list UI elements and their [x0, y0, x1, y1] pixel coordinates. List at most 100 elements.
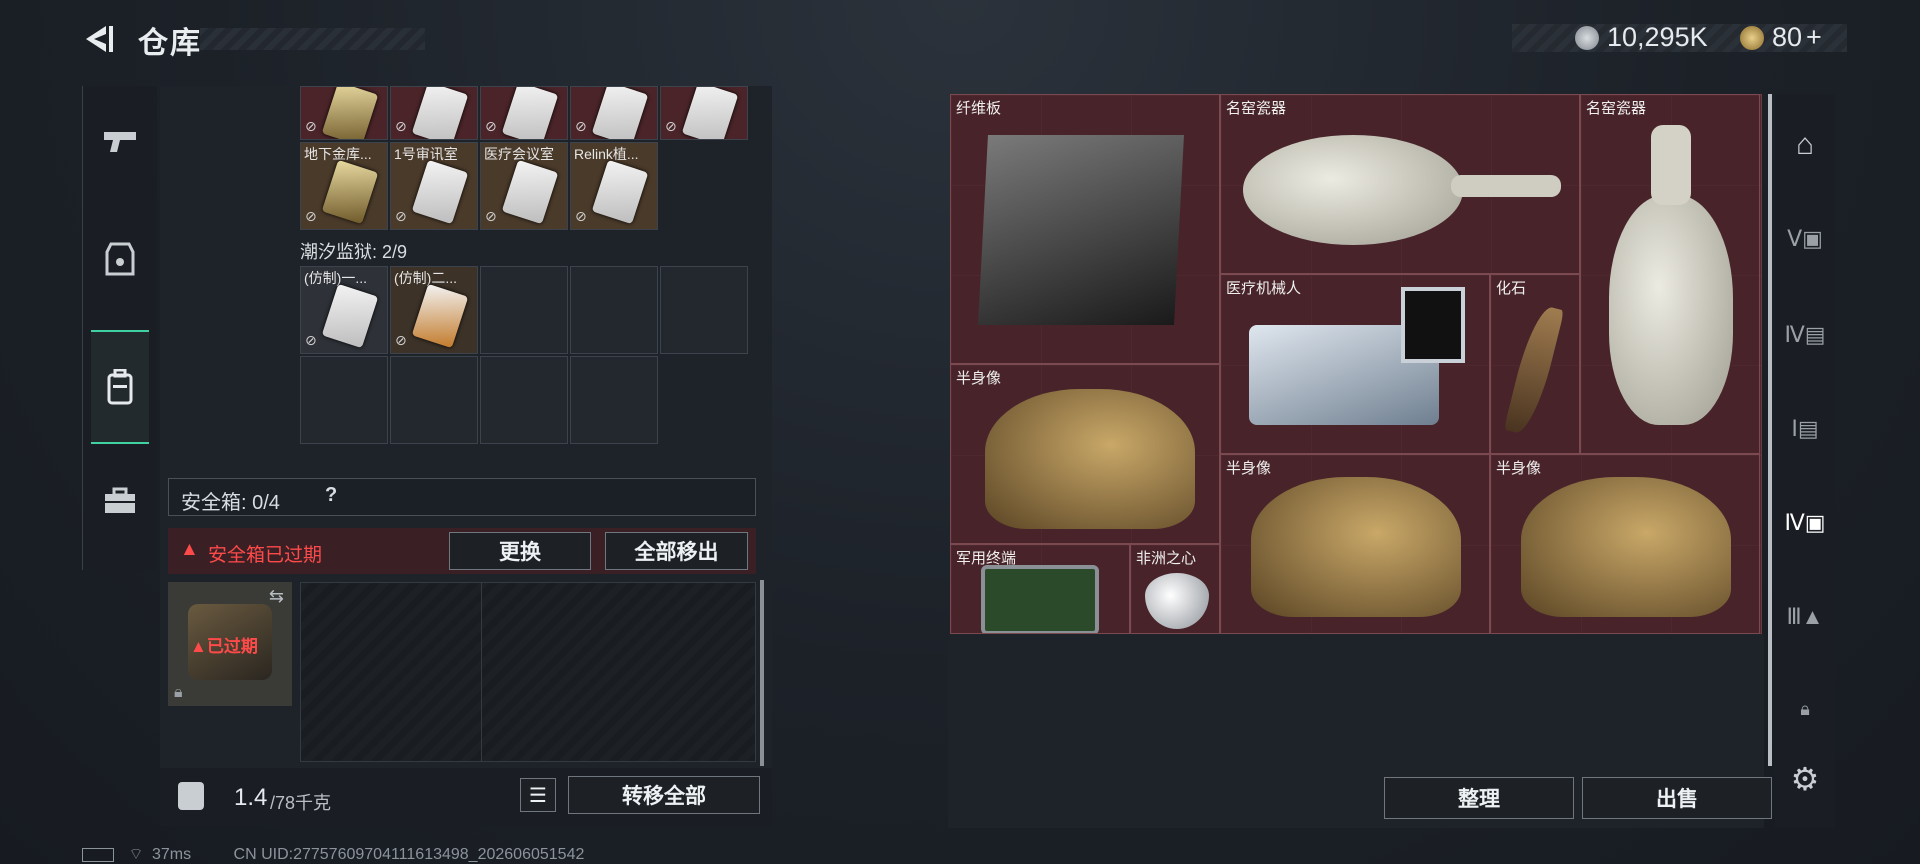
item-label: 名窑瓷器 — [1226, 100, 1287, 117]
safebox-item[interactable]: ⇆ ▲已过期 🔒︎ — [168, 582, 292, 706]
nav-armor[interactable] — [83, 204, 157, 314]
tab-icon: Ⅰ▤ — [1791, 416, 1819, 441]
key-label: (仿制)二... — [394, 270, 457, 286]
stash-item-porcelain[interactable]: 名窑瓷器 — [1580, 94, 1760, 454]
gun-icon — [104, 132, 136, 152]
back-arrow-icon[interactable] — [80, 22, 116, 56]
weight-lock-icon — [178, 782, 204, 810]
coin-amount: 10,295K — [1607, 22, 1708, 52]
key-slot[interactable]: ⊘ — [390, 86, 478, 140]
item-label: 半身像 — [956, 370, 1002, 387]
stash-item-fiberboard[interactable]: 纤维板 — [950, 94, 1220, 364]
stash-tab-5[interactable]: Ⅴ▣ — [1775, 194, 1835, 284]
empty-slot[interactable] — [570, 266, 658, 354]
battery-icon — [82, 847, 114, 862]
warning-icon: ▲ — [190, 637, 207, 656]
ping-text: 37ms — [151, 846, 192, 863]
weight-max: /78千克 — [270, 793, 332, 813]
item-label: 化石 — [1496, 280, 1527, 297]
title-stripe — [200, 28, 425, 50]
tab-icon: Ⅲ▲ — [1786, 604, 1824, 629]
empty-slot[interactable] — [570, 356, 658, 444]
swap-icon[interactable]: ⇆ — [269, 586, 284, 607]
gold-coin-icon — [1740, 26, 1764, 50]
safebox-grid[interactable] — [300, 582, 756, 762]
empty-slot[interactable] — [300, 356, 388, 444]
stash-tab-4b[interactable]: Ⅳ▣ — [1775, 478, 1835, 568]
stash-tab-3[interactable]: Ⅲ▲ — [1775, 572, 1835, 662]
no-carry-icon: ⊘ — [305, 208, 317, 224]
no-carry-icon: ⊘ — [575, 208, 587, 224]
empty-slot[interactable] — [660, 266, 748, 354]
sell-button[interactable]: 出售 — [1582, 777, 1772, 819]
key-label: (仿制)一... — [304, 270, 367, 286]
nav-weapons[interactable] — [83, 86, 157, 196]
bust-image — [1251, 477, 1461, 617]
item-label: 医疗机械人 — [1226, 280, 1302, 297]
item-label: 半身像 — [1226, 460, 1272, 477]
no-carry-icon: ⊘ — [305, 332, 317, 348]
key-slot[interactable]: 医疗会议室 ⊘ — [480, 142, 568, 230]
weight-bar: 1.4 /78千克 ☰ 转移全部 — [160, 768, 772, 826]
safebox-label: 安全箱: 0/4 — [181, 492, 280, 514]
remove-all-button[interactable]: 全部移出 — [605, 532, 748, 570]
empty-slot[interactable] — [390, 356, 478, 444]
key-slot[interactable]: (仿制)一... ⊘ — [300, 266, 388, 354]
item-label: 非洲之心 — [1136, 550, 1197, 567]
tab-icon: Ⅴ▣ — [1787, 226, 1823, 251]
stash-tab-home[interactable]: ⌂ — [1775, 100, 1835, 190]
no-carry-icon: ⊘ — [395, 118, 407, 134]
key-label: Relink植... — [574, 146, 639, 162]
stash-item-bust[interactable]: 半身像 — [950, 364, 1220, 544]
left-scrollbar[interactable] — [760, 580, 764, 766]
nav-case[interactable] — [83, 446, 157, 556]
replace-button[interactable]: 更换 — [449, 532, 591, 570]
stash-item-porcelain[interactable]: 名窑瓷器 — [1220, 94, 1580, 274]
transfer-all-button[interactable]: 转移全部 — [568, 776, 760, 814]
key-slot[interactable]: ⊘ — [660, 86, 748, 140]
key-label: 医疗会议室 — [484, 146, 554, 162]
stash-item-fossil[interactable]: 化石 — [1490, 274, 1580, 454]
no-carry-icon: ⊘ — [305, 118, 317, 134]
stash-item-heart-of-africa[interactable]: 非洲之心 — [1130, 544, 1220, 634]
item-label: 纤维板 — [956, 100, 1002, 117]
no-carry-icon: ⊘ — [395, 332, 407, 348]
stash-item-bust[interactable]: 半身像 — [1490, 454, 1760, 634]
stash-item-medical-robot[interactable]: 医疗机械人 — [1220, 274, 1490, 454]
wifi-icon: ⌔ — [128, 846, 144, 863]
key-slot[interactable]: 地下金库... ⊘ — [300, 142, 388, 230]
no-carry-icon: ⊘ — [485, 208, 497, 224]
backpack-icon — [107, 369, 133, 405]
stash-scrollbar[interactable] — [1768, 94, 1772, 766]
weight-current: 1.4 — [234, 784, 268, 811]
list-icon[interactable]: ☰ — [520, 778, 556, 812]
empty-slot[interactable] — [480, 266, 568, 354]
sort-button[interactable]: 整理 — [1384, 777, 1574, 819]
status-bar: ⌔ 37ms CN UID:277576097041116134​98_2026… — [82, 844, 584, 864]
gear-icon: ⚙ — [1790, 761, 1820, 797]
key-slot[interactable]: Relink植... ⊘ — [570, 142, 658, 230]
key-slot[interactable]: ⊘ — [480, 86, 568, 140]
stash-tab-4[interactable]: Ⅳ▤ — [1775, 290, 1835, 380]
fossil-image — [1503, 303, 1565, 437]
item-label: 半身像 — [1496, 460, 1542, 477]
plus-icon[interactable]: + — [1806, 22, 1822, 52]
fiberboard-image — [978, 135, 1184, 325]
briefcase-icon — [105, 487, 135, 513]
settings-button[interactable]: ⚙ — [1775, 734, 1835, 824]
stash-bottom: 整理 出售 — [948, 634, 1772, 828]
stash-tab-1[interactable]: Ⅰ▤ — [1775, 384, 1835, 474]
empty-slot[interactable] — [480, 356, 568, 444]
stash-item-military-terminal[interactable]: 军用终端 — [950, 544, 1130, 634]
stash-item-bust[interactable]: 半身像 — [1220, 454, 1490, 634]
nav-backpack[interactable] — [91, 330, 149, 444]
no-carry-icon: ⊘ — [575, 118, 587, 134]
help-icon[interactable]: ? — [325, 484, 337, 507]
key-slot[interactable]: (仿制)二... ⊘ — [390, 266, 478, 354]
key-slot[interactable]: 1号审讯室 ⊘ — [390, 142, 478, 230]
terminal-image — [981, 565, 1099, 633]
page-title: 仓库 — [138, 27, 202, 60]
bust-image — [1521, 477, 1731, 617]
key-slot[interactable]: ⊘ — [300, 86, 388, 140]
key-slot[interactable]: ⊘ — [570, 86, 658, 140]
